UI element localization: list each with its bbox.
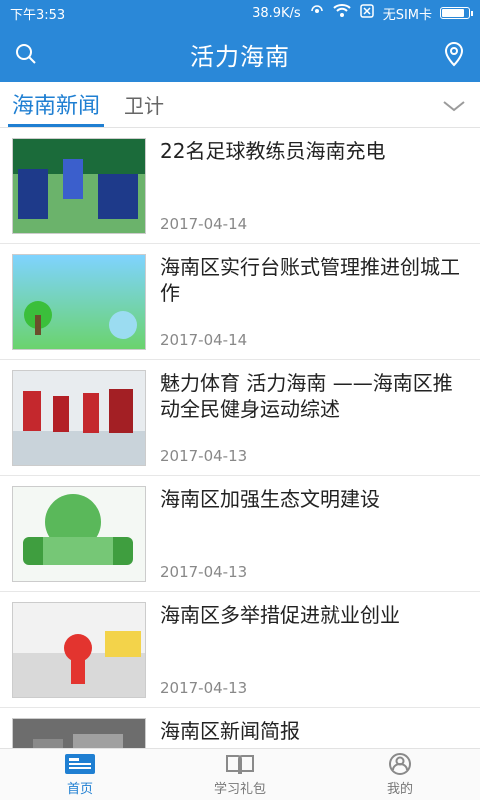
news-item[interactable]: 海南区多举措促进就业创业 2017-04-13 (0, 592, 480, 708)
news-title: 22名足球教练员海南充电 (160, 139, 386, 163)
tab-hainan-news[interactable]: 海南新闻 (0, 81, 112, 127)
network-speed: 38.9K/s (252, 5, 301, 21)
news-date: 2017-04-13 (160, 563, 248, 581)
news-date: 2017-04-14 (160, 331, 248, 349)
news-item[interactable]: 海南区加强生态文明建设 2017-04-13 (0, 476, 480, 592)
news-thumbnail (12, 370, 146, 466)
page-title: 活力海南 (190, 42, 290, 71)
news-item[interactable]: 海南区新闻简报 (0, 708, 480, 748)
news-title: 海南区实行台账式管理推进创城工作 (160, 255, 460, 305)
news-date: 2017-04-13 (160, 679, 248, 697)
nav-profile[interactable]: 我的 (320, 749, 480, 800)
news-title: 海南区新闻简报 (160, 719, 300, 743)
bottom-navigation: 首页 学习礼包 我的 (0, 748, 480, 800)
tab-health[interactable]: 卫计 (112, 81, 176, 127)
home-news-icon (65, 754, 95, 774)
hotspot-icon (309, 3, 325, 23)
search-icon (16, 44, 36, 64)
location-pin-icon (444, 41, 464, 67)
tab-label: 海南新闻 (12, 94, 101, 119)
search-button[interactable] (12, 40, 40, 68)
sim-status: 无SIM卡 (382, 7, 432, 23)
battery-icon (440, 7, 473, 19)
sim-icon (359, 3, 375, 23)
news-item[interactable]: 海南区实行台账式管理推进创城工作 2017-04-14 (0, 244, 480, 360)
news-thumbnail (12, 718, 146, 748)
expand-tabs-button[interactable] (440, 92, 468, 120)
nav-home[interactable]: 首页 (0, 749, 160, 800)
news-thumbnail (12, 138, 146, 234)
tab-label: 卫计 (124, 93, 165, 118)
status-bar: 下午3:53 38.9K/s 无SIM卡 (0, 0, 480, 26)
profile-icon (389, 753, 411, 775)
nav-label: 首页 (66, 782, 93, 797)
nav-label: 我的 (386, 782, 413, 797)
news-thumbnail (12, 254, 146, 350)
app-bar: 活力海南 (0, 26, 480, 82)
news-title: 海南区加强生态文明建设 (160, 487, 380, 511)
news-title: 海南区多举措促进就业创业 (160, 603, 400, 627)
news-date: 2017-04-13 (160, 447, 248, 465)
news-list: 22名足球教练员海南充电 2017-04-14 海南区实行台账式管理推进创城工作 (0, 128, 480, 748)
nav-study-pack[interactable]: 学习礼包 (160, 749, 320, 800)
news-item[interactable]: 22名足球教练员海南充电 2017-04-14 (0, 128, 480, 244)
news-title: 魅力体育 活力海南 ——海南区推动全民健身运动综述 (160, 371, 453, 421)
news-item[interactable]: 魅力体育 活力海南 ——海南区推动全民健身运动综述 2017-04-13 (0, 360, 480, 476)
news-thumbnail (12, 602, 146, 698)
wifi-icon (332, 4, 351, 22)
news-thumbnail (12, 486, 146, 582)
location-button[interactable] (440, 40, 468, 68)
nav-label: 学习礼包 (213, 782, 266, 797)
chevron-down-icon (443, 101, 465, 112)
book-icon (226, 755, 254, 775)
news-date: 2017-04-14 (160, 215, 248, 233)
status-time: 下午3:53 (10, 7, 66, 23)
category-tabs: 海南新闻 卫计 (0, 82, 480, 128)
